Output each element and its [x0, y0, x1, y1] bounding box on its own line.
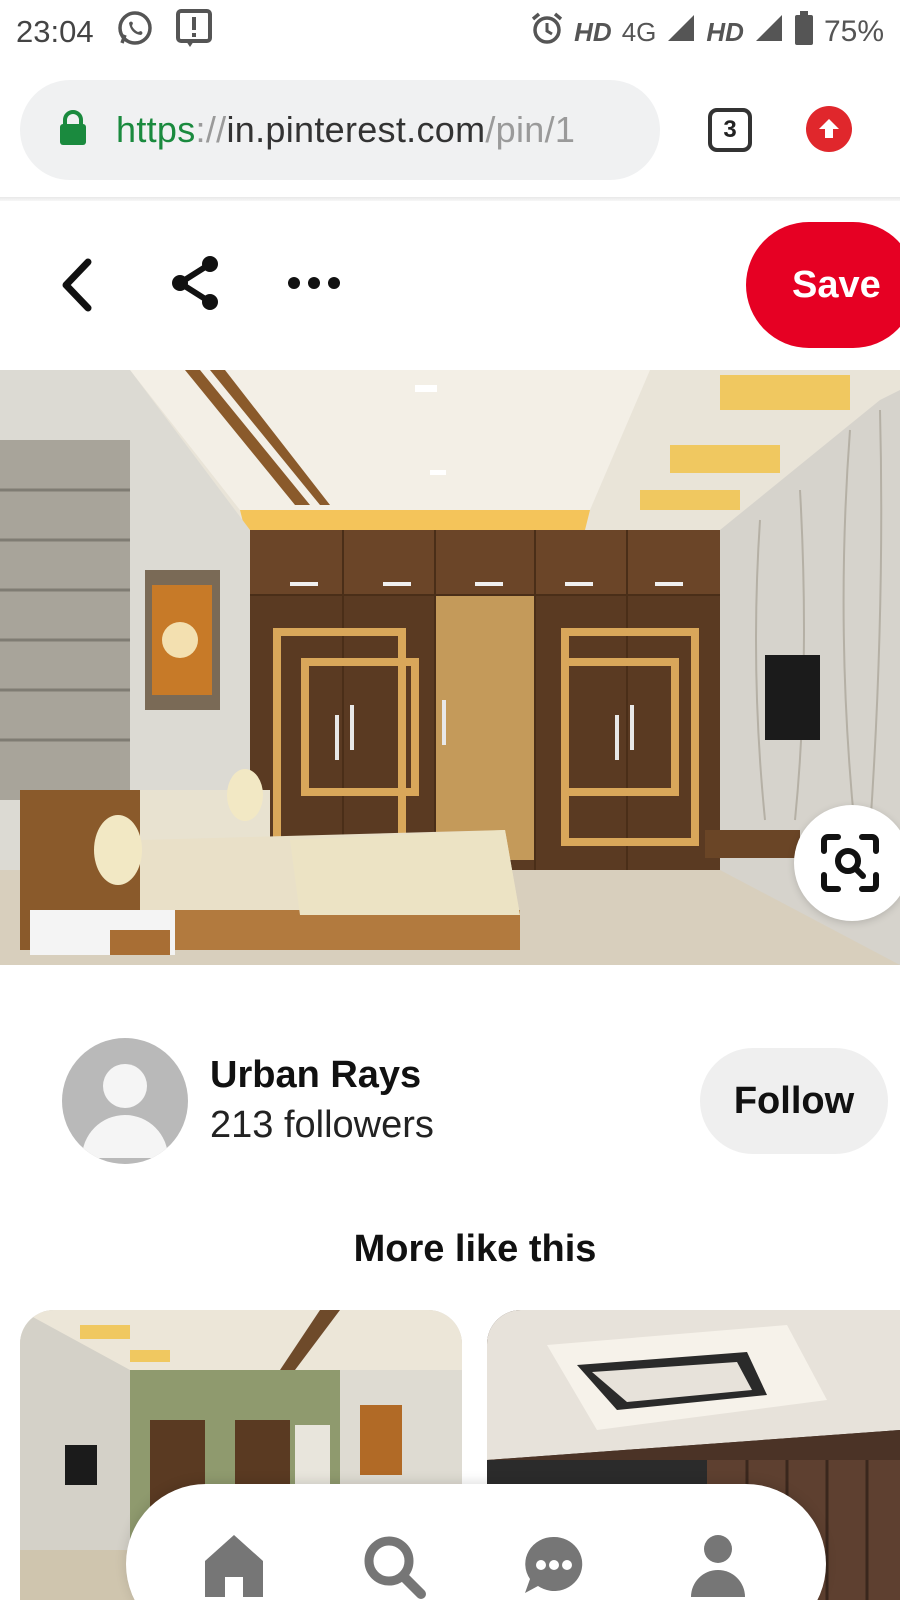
- more-like-this-title: More like this: [353, 1228, 597, 1270]
- signal-icon-2: [754, 13, 784, 51]
- search-icon[interactable]: [354, 1526, 434, 1600]
- url-host: in.pinterest.com: [226, 109, 486, 150]
- profile-icon[interactable]: [678, 1526, 758, 1600]
- share-icon[interactable]: [166, 251, 224, 315]
- messages-icon[interactable]: [514, 1526, 594, 1600]
- creator-row: Urban Rays 213 followers Follow: [0, 1030, 900, 1170]
- browser-toolbar: https://in.pinterest.com/pin/1 3: [0, 64, 900, 198]
- back-icon[interactable]: [48, 253, 104, 317]
- url-path: /pin/1: [485, 109, 576, 150]
- whatsapp-icon: [116, 9, 154, 55]
- creator-followers: 213 followers: [210, 1104, 434, 1146]
- avatar[interactable]: [62, 1038, 188, 1164]
- bottom-nav: [126, 1484, 826, 1600]
- alert-notification-icon: [175, 9, 212, 55]
- status-bar: 23:04 HD 4G HD 75%: [0, 0, 900, 64]
- creator-name[interactable]: Urban Rays: [210, 1054, 421, 1097]
- follow-button[interactable]: Follow: [700, 1048, 888, 1154]
- tab-switcher-button[interactable]: 3: [708, 108, 752, 152]
- save-button[interactable]: Save: [746, 222, 900, 348]
- status-time: 23:04: [16, 14, 94, 49]
- pin-toolbar: Save: [0, 215, 900, 355]
- url-separator: ://: [195, 109, 227, 150]
- lock-icon: [58, 109, 88, 151]
- more-icon[interactable]: [284, 255, 344, 311]
- battery-icon: [794, 11, 814, 53]
- url-scheme: https: [116, 109, 196, 150]
- network-label-2: HD: [706, 16, 744, 47]
- url-bar[interactable]: https://in.pinterest.com/pin/1: [20, 80, 660, 180]
- battery-percent: 75%: [823, 15, 884, 48]
- network-type: 4G: [621, 16, 657, 47]
- upload-icon[interactable]: [806, 106, 852, 152]
- network-label-1: HD: [574, 16, 612, 47]
- pin-image[interactable]: [0, 370, 900, 965]
- toolbar-divider: [0, 197, 900, 201]
- visual-search-icon[interactable]: [794, 805, 900, 921]
- home-icon[interactable]: [194, 1526, 274, 1600]
- signal-icon: [666, 13, 696, 51]
- url-text: https://in.pinterest.com/pin/1: [116, 109, 575, 151]
- alarm-icon: [530, 11, 564, 53]
